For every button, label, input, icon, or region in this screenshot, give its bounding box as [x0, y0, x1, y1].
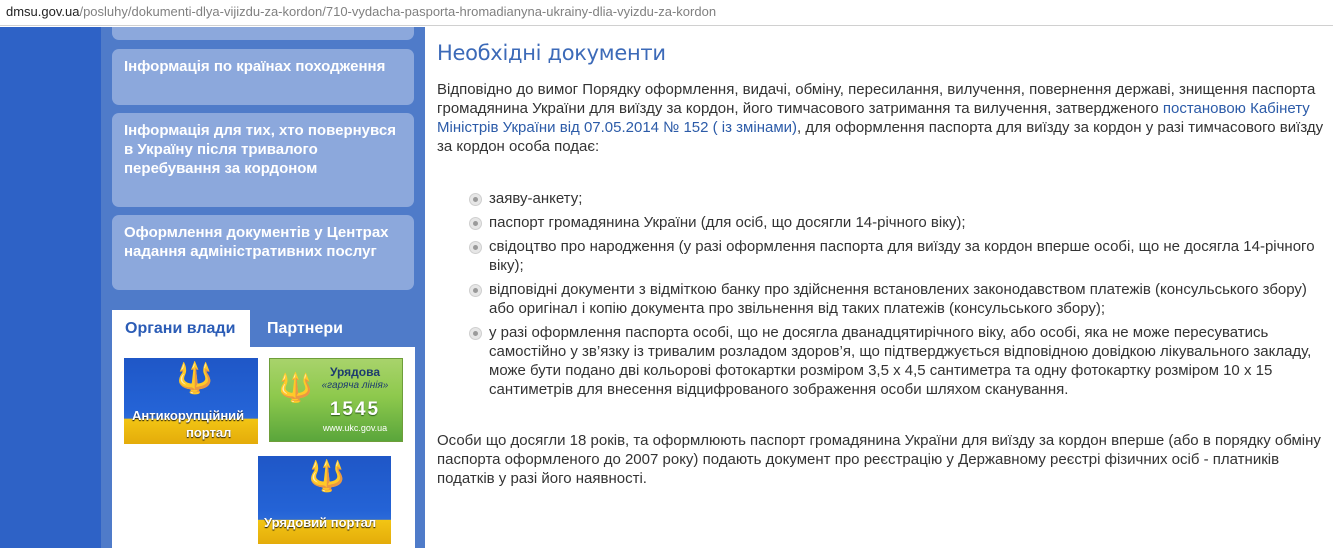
list-item: відповідні документи з відміткою банку п… [469, 280, 1327, 318]
list-item: заяву-анкету; [469, 189, 1327, 208]
list-item-text: у разі оформлення паспорта особі, що не … [489, 324, 1312, 398]
sidebar-item-countries-info[interactable]: Інформація по країнах походження [112, 49, 414, 105]
anticorruption-portal-banner[interactable]: 🔱 Антикорупційний портал [124, 358, 258, 444]
banner-label: Антикорупційний [132, 408, 245, 423]
sidebar-item-label: Інформація для тих, хто повернувся в Укр… [124, 122, 396, 177]
sidebar-item-previous[interactable] [112, 27, 414, 40]
url-text[interactable]: dmsu.gov.ua/posluhy/dokumenti-dlya-vijiz… [6, 4, 716, 19]
list-item: свідоцтво про народження (у разі оформле… [469, 237, 1327, 275]
trident-icon: 🔱 [176, 362, 214, 395]
bullet-icon [469, 284, 482, 297]
banner-label: Урядовий портал [264, 515, 377, 530]
intro-paragraph: Відповідно до вимог Порядку оформлення, … [437, 80, 1327, 156]
hotline-site: www.ukc.gov.ua [322, 423, 388, 433]
list-item-text: свідоцтво про народження (у разі оформле… [489, 238, 1315, 274]
outro-paragraph: Особи що досягли 18 років, та оформлюють… [437, 432, 1321, 487]
sidebar-item-label: Інформація по країнах походження [124, 58, 386, 75]
trident-icon: 🔱 [278, 372, 313, 403]
banner-subtitle: «гаряча лінія» [321, 380, 389, 391]
list-item-text: заяву-анкету; [489, 190, 583, 207]
sidebar-item-admin-services[interactable]: Оформлення документів у Центрах надання … [112, 215, 414, 290]
url-path: /posluhy/dokumenti-dlya-vijizdu-za-kordo… [79, 4, 717, 19]
left-background [0, 27, 101, 548]
trident-icon: 🔱 [308, 460, 346, 493]
bullet-icon [469, 217, 482, 230]
tab-partners[interactable]: Партнери [254, 310, 358, 347]
tab-authorities[interactable]: Органи влади [112, 310, 250, 347]
main-content: Необхідні документи Відповідно до вимог … [437, 40, 1327, 488]
bullet-icon [469, 241, 482, 254]
address-bar[interactable]: dmsu.gov.ua/posluhy/dokumenti-dlya-vijiz… [0, 0, 1333, 26]
sidebar-item-returnees-info[interactable]: Інформація для тих, хто повернувся в Укр… [112, 113, 414, 207]
list-item: у разі оформлення паспорта особі, що не … [469, 323, 1327, 399]
government-hotline-banner[interactable]: 🔱 Урядова «гаряча лінія» 1545 www.ukc.go… [269, 358, 403, 442]
bullet-icon [469, 327, 482, 340]
documents-list: заяву-анкету; паспорт громадянина Україн… [469, 189, 1327, 399]
list-item: паспорт громадянина України (для осіб, щ… [469, 213, 1327, 232]
page-title: Необхідні документи [437, 41, 666, 65]
url-host: dmsu.gov.ua [6, 4, 80, 19]
hotline-number: 1545 [329, 399, 381, 420]
bullet-icon [469, 193, 482, 206]
list-item-text: паспорт громадянина України (для осіб, щ… [489, 214, 966, 231]
banner-title: Урядова [329, 365, 381, 379]
banner-label: портал [186, 425, 232, 440]
government-portal-banner[interactable]: 🔱 Урядовий портал [258, 456, 391, 544]
list-item-text: відповідні документи з відміткою банку п… [489, 281, 1307, 317]
sidebar-item-label: Оформлення документів у Центрах надання … [124, 224, 389, 260]
